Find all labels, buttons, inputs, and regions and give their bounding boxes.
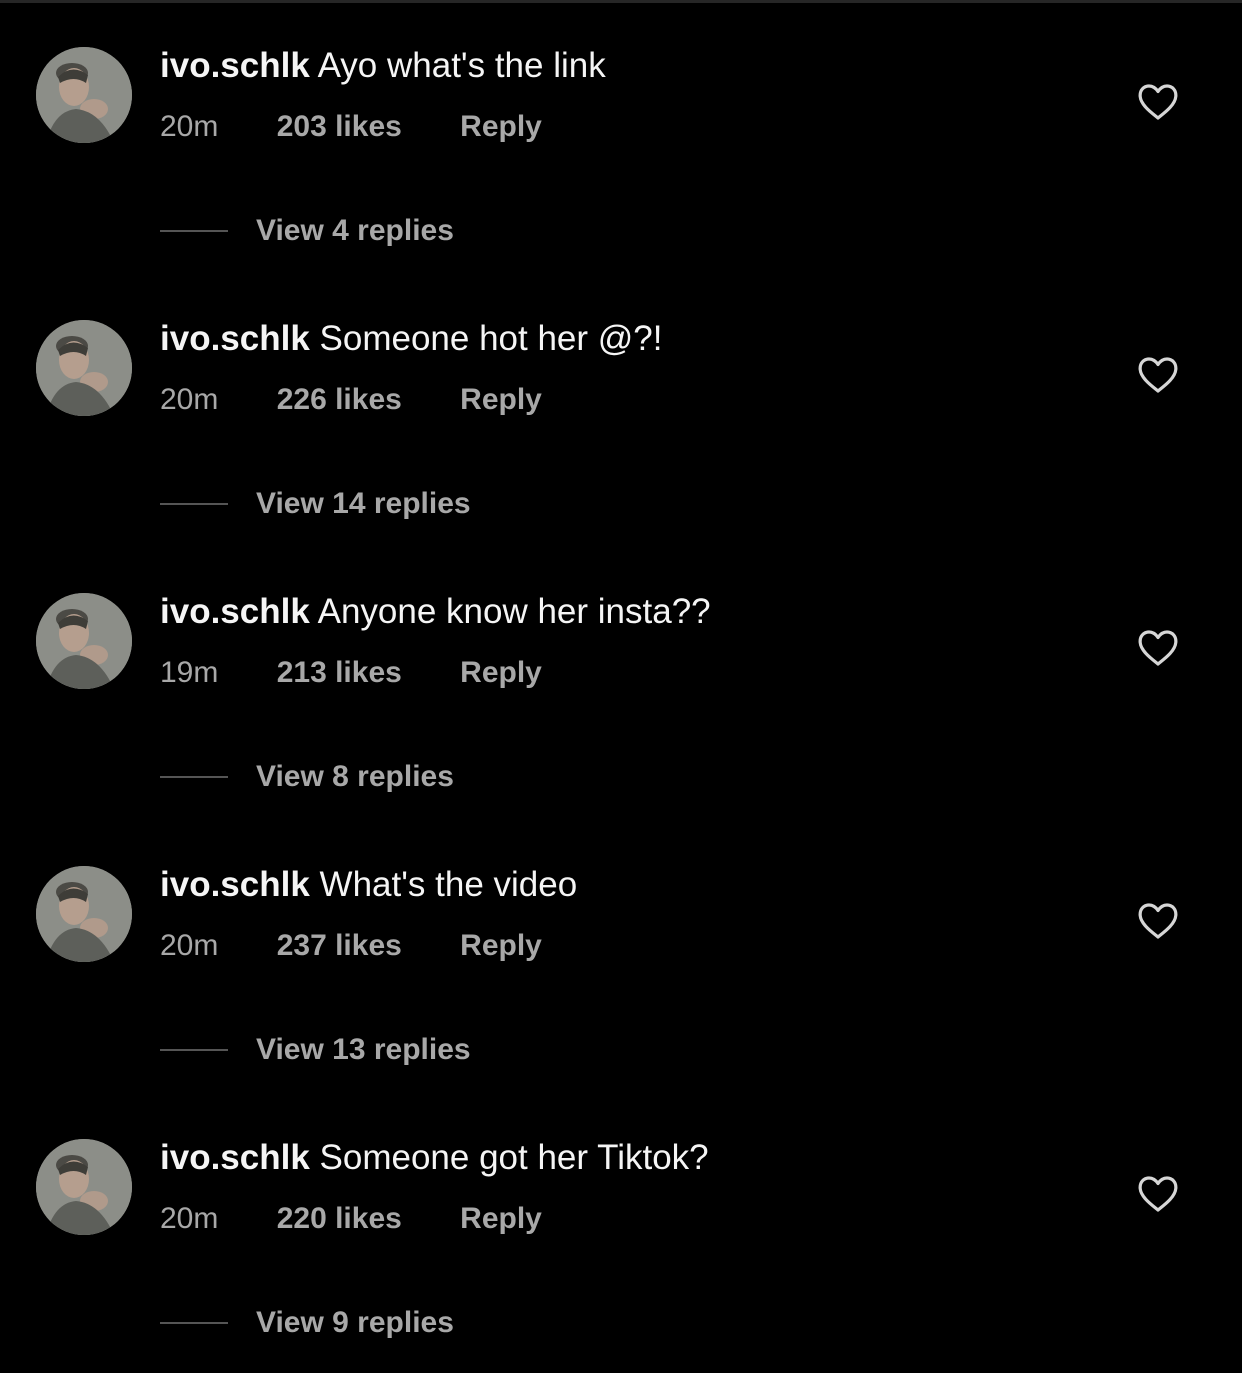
reply-button[interactable]: Reply (460, 1200, 542, 1238)
view-replies-label: View 14 replies (256, 487, 471, 520)
comment-body: Someone got her Tiktok? (319, 1138, 709, 1177)
comment-likes-count[interactable]: 226 likes (277, 381, 402, 419)
heart-outline-icon[interactable] (1137, 83, 1179, 121)
avatar-photo (36, 866, 132, 962)
avatar[interactable] (36, 1139, 132, 1235)
comment-time: 20m (160, 929, 219, 962)
comment-time: 20m (160, 383, 219, 416)
avatar[interactable] (36, 320, 132, 416)
comment-body: Anyone know her insta?? (317, 592, 711, 631)
comment-meta: 20m 203 likes Reply (160, 108, 542, 146)
avatar[interactable] (36, 593, 132, 689)
comment-item: ivo.schlk Someone got her Tiktok? 20m 22… (0, 1092, 1242, 1365)
comment-body: Ayo what's the link (317, 46, 606, 85)
avatar-photo (36, 320, 132, 416)
comment-text-line: ivo.schlk Someone hot her @?! (160, 317, 663, 361)
comment-likes-count[interactable]: 203 likes (277, 108, 402, 146)
heart-outline-icon[interactable] (1137, 629, 1179, 667)
comment-username[interactable]: ivo.schlk (160, 1138, 310, 1177)
heart-outline-icon[interactable] (1137, 902, 1179, 940)
comment-body: What's the video (319, 865, 578, 904)
comment-item: ivo.schlk Someone hot her @?! 20m 226 li… (0, 273, 1242, 546)
heart-outline-icon[interactable] (1137, 356, 1179, 394)
comment-likes-count[interactable]: 237 likes (277, 927, 402, 965)
comment-item: ivo.schlk Ayo what's the link 20m 203 li… (0, 0, 1242, 273)
avatar[interactable] (36, 47, 132, 143)
replies-divider-line (160, 1322, 228, 1324)
view-replies-label: View 13 replies (256, 1033, 471, 1066)
comment-username[interactable]: ivo.schlk (160, 865, 310, 904)
replies-divider-line (160, 1049, 228, 1051)
comment-username[interactable]: ivo.schlk (160, 592, 310, 631)
comment-item: ivo.schlk What's the video 20m 237 likes… (0, 819, 1242, 1092)
comment-likes-count[interactable]: 213 likes (277, 654, 402, 692)
avatar[interactable] (36, 866, 132, 962)
view-replies-label: View 9 replies (256, 1306, 454, 1339)
view-replies-button[interactable]: View 9 replies (160, 1303, 454, 1343)
comment-meta: 20m 220 likes Reply (160, 1200, 542, 1238)
avatar-photo (36, 1139, 132, 1235)
reply-button[interactable]: Reply (460, 381, 542, 419)
comment-text-line: ivo.schlk Ayo what's the link (160, 44, 606, 88)
reply-button[interactable]: Reply (460, 108, 542, 146)
view-replies-button[interactable]: View 8 replies (160, 757, 454, 797)
heart-outline-icon[interactable] (1137, 1175, 1179, 1213)
reply-button[interactable]: Reply (460, 654, 542, 692)
comment-text-line: ivo.schlk What's the video (160, 863, 577, 907)
avatar-photo (36, 593, 132, 689)
comment-time: 20m (160, 1202, 219, 1235)
view-replies-button[interactable]: View 14 replies (160, 484, 471, 524)
reply-button[interactable]: Reply (460, 927, 542, 965)
view-replies-button[interactable]: View 13 replies (160, 1030, 471, 1070)
comment-item: ivo.schlk Anyone know her insta?? 19m 21… (0, 546, 1242, 819)
comment-time: 19m (160, 656, 219, 689)
comment-time: 20m (160, 110, 219, 143)
replies-divider-line (160, 776, 228, 778)
comment-text-line: ivo.schlk Someone got her Tiktok? (160, 1136, 709, 1180)
replies-divider-line (160, 230, 228, 232)
view-replies-label: View 4 replies (256, 214, 454, 247)
view-replies-label: View 8 replies (256, 760, 454, 793)
comment-meta: 20m 226 likes Reply (160, 381, 542, 419)
comment-likes-count[interactable]: 220 likes (277, 1200, 402, 1238)
comment-meta: 19m 213 likes Reply (160, 654, 542, 692)
comment-body: Someone hot her @?! (319, 319, 663, 358)
comment-text-line: ivo.schlk Anyone know her insta?? (160, 590, 711, 634)
comment-username[interactable]: ivo.schlk (160, 46, 310, 85)
view-replies-button[interactable]: View 4 replies (160, 211, 454, 251)
avatar-photo (36, 47, 132, 143)
comment-username[interactable]: ivo.schlk (160, 319, 310, 358)
comment-meta: 20m 237 likes Reply (160, 927, 542, 965)
replies-divider-line (160, 503, 228, 505)
